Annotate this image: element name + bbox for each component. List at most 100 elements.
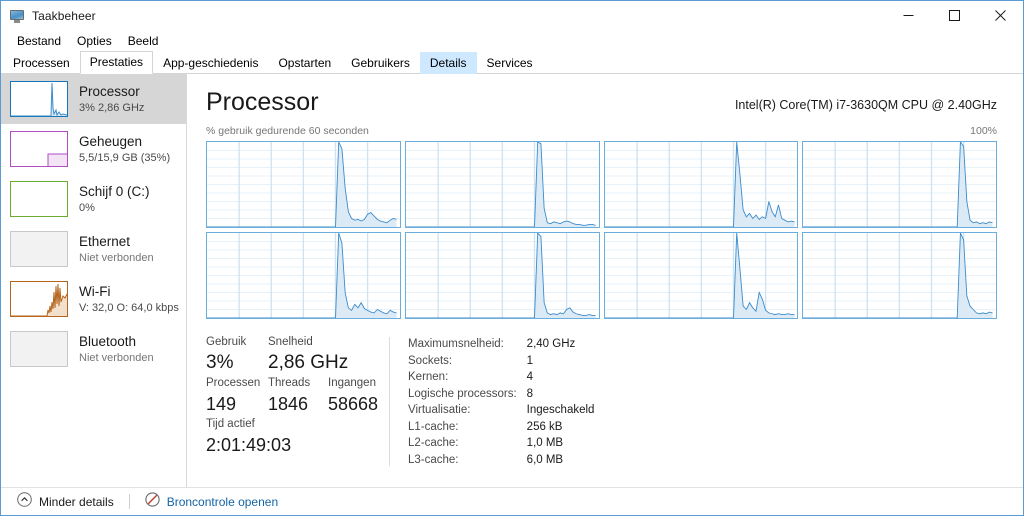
stat-threads: Threads 1846 bbox=[268, 376, 328, 417]
ethernet-thumbnail-icon bbox=[10, 231, 68, 267]
tab-gebruikers[interactable]: Gebruikers bbox=[341, 52, 420, 74]
stats-left-column: Gebruik 3% Snelheid 2,86 GHz Processen 1… bbox=[206, 335, 389, 468]
task-manager-icon bbox=[9, 8, 25, 24]
sidebar-item-text: Geheugen 5,5/15,9 GB (35%) bbox=[79, 134, 170, 165]
sidebar-item-label: Bluetooth bbox=[79, 333, 137, 349]
window-controls bbox=[885, 1, 1023, 30]
spec-value: 1,0 MB bbox=[526, 437, 564, 449]
sidebar-item-text: Wi-Fi V: 32,0 O: 64,0 kbps bbox=[79, 284, 179, 315]
spec-key: L3-cache: bbox=[408, 453, 459, 466]
bluetooth-thumbnail-icon bbox=[10, 331, 68, 367]
sidebar-item-wifi[interactable]: Wi-Fi V: 32,0 O: 64,0 kbps bbox=[1, 274, 186, 324]
cpu-graph-3[interactable] bbox=[802, 141, 997, 228]
sidebar-item-label: Geheugen bbox=[79, 133, 143, 149]
sidebar-item-sublabel: V: 32,0 O: 64,0 kbps bbox=[79, 301, 179, 314]
spec-value: 1 bbox=[526, 354, 534, 367]
tab-prestaties[interactable]: Prestaties bbox=[79, 51, 154, 74]
sidebar-item-label: Processor bbox=[79, 83, 140, 99]
page-title: Processor bbox=[206, 88, 319, 116]
sidebar-item-label: Ethernet bbox=[79, 233, 131, 249]
spec-value-column: 2,40 GHz 1 4 8 Ingeschakeld 256 kB 1,0 MB 6,0 M… bbox=[527, 336, 595, 468]
panel-header: Processor Intel(R) Core(TM) i7-3630QM CP… bbox=[206, 88, 997, 116]
fewer-details-label: Minder details bbox=[39, 494, 114, 509]
sidebar-item-text: Bluetooth Niet verbonden bbox=[79, 334, 154, 365]
cpu-graph-6[interactable] bbox=[603, 232, 799, 319]
spec-key: Logische processors: bbox=[408, 387, 517, 400]
spec-value: 8 bbox=[526, 387, 534, 400]
spec-key: Maximumsnelheid: bbox=[408, 338, 504, 350]
stat-speed-label: Snelheid bbox=[268, 336, 313, 348]
tab-details[interactable]: Details bbox=[419, 52, 477, 74]
sidebar-item-sublabel: 5,5/15,9 GB (35%) bbox=[79, 151, 171, 164]
stat-uptime-value: 2:01:49:03 bbox=[206, 435, 292, 455]
sidebar-item-sublabel: Niet verbonden bbox=[79, 251, 154, 264]
spec-key: L1-cache: bbox=[408, 420, 459, 433]
cpu-graph-4[interactable] bbox=[206, 232, 401, 319]
cpu-graph-5[interactable] bbox=[404, 232, 600, 319]
stat-uptime-label: Tijd actief bbox=[206, 418, 255, 430]
sidebar-item-sublabel: 0% bbox=[79, 201, 95, 214]
cpu-graph-7[interactable] bbox=[802, 232, 997, 319]
spec-key: L2-cache: bbox=[408, 437, 459, 449]
stat-handles-label: Ingangen bbox=[328, 377, 376, 389]
menu-bar: Bestand Opties Beeld bbox=[1, 30, 1023, 51]
sidebar-item-ethernet[interactable]: Ethernet Niet verbonden bbox=[1, 224, 186, 274]
sidebar-item-label: Schijf 0 (C:) bbox=[79, 183, 150, 199]
stat-processes-value: 149 bbox=[206, 394, 237, 414]
performance-panel: Processor Intel(R) Core(TM) i7-3630QM CP… bbox=[187, 74, 1023, 487]
cpu-graph-2[interactable] bbox=[603, 141, 799, 228]
tab-app-geschiedenis[interactable]: App-geschiedenis bbox=[153, 52, 268, 74]
tab-processen[interactable]: Processen bbox=[3, 52, 80, 74]
sidebar-item-sublabel: 3% 2,86 GHz bbox=[79, 101, 145, 114]
menu-item-opties[interactable]: Opties bbox=[70, 32, 119, 50]
stat-usage: Gebruik 3% bbox=[206, 335, 268, 376]
sidebar-item-geheugen[interactable]: Geheugen 5,5/15,9 GB (35%) bbox=[1, 124, 186, 174]
close-button[interactable] bbox=[977, 1, 1023, 30]
resource-sidebar: Processor 3% 2,86 GHz Geheugen 5,5/15,9 … bbox=[1, 74, 187, 487]
memory-thumbnail-icon bbox=[10, 131, 68, 167]
stat-usage-label: Gebruik bbox=[206, 336, 247, 348]
stats-row-processes: Processen 149 Threads 1846 Ingangen 5866… bbox=[206, 376, 389, 417]
cpu-graph-grid[interactable] bbox=[206, 141, 997, 319]
resource-monitor-icon bbox=[145, 491, 160, 512]
menu-item-bestand[interactable]: Bestand bbox=[10, 32, 68, 50]
maximize-button[interactable] bbox=[931, 1, 977, 30]
sidebar-item-label: Wi-Fi bbox=[79, 283, 111, 299]
spec-key: Virtualisatie: bbox=[408, 404, 471, 416]
stat-processes-label: Processen bbox=[206, 377, 261, 389]
graph-caption-left: % gebruik gedurende 60 seconden bbox=[206, 125, 369, 137]
cpu-graph-1[interactable] bbox=[404, 141, 600, 228]
stat-threads-label: Threads bbox=[268, 377, 311, 389]
tab-bar: Processen Prestaties App-geschiedenis Op… bbox=[1, 51, 1023, 74]
footer-divider bbox=[128, 494, 130, 509]
tab-opstarten[interactable]: Opstarten bbox=[268, 52, 341, 74]
stats-area: Gebruik 3% Snelheid 2,86 GHz Processen 1… bbox=[206, 335, 997, 468]
cpu-thumbnail-icon bbox=[10, 81, 68, 117]
sidebar-item-schijf[interactable]: Schijf 0 (C:) 0% bbox=[1, 174, 186, 224]
stat-uptime: Tijd actief 2:01:49:03 bbox=[206, 417, 291, 458]
sidebar-item-text: Ethernet Niet verbonden bbox=[79, 234, 154, 265]
stat-usage-value: 3% bbox=[206, 352, 234, 373]
sidebar-item-sublabel: Niet verbonden bbox=[79, 351, 154, 364]
spec-value: Ingeschakeld bbox=[526, 404, 595, 416]
window-title: Taakbeheer bbox=[32, 8, 96, 23]
spec-value: 4 bbox=[526, 371, 534, 383]
wifi-thumbnail-icon bbox=[10, 281, 68, 317]
stat-speed: Snelheid 2,86 GHz bbox=[268, 335, 348, 376]
disk-thumbnail-icon bbox=[10, 181, 68, 217]
spec-key-column: Maximumsnelheid: Sockets: Kernen: Logische … bbox=[408, 336, 517, 468]
tab-services[interactable]: Services bbox=[477, 52, 543, 74]
sidebar-item-processor[interactable]: Processor 3% 2,86 GHz bbox=[1, 74, 186, 124]
cpu-graph-0[interactable] bbox=[206, 141, 401, 228]
stats-divider bbox=[389, 337, 390, 466]
fewer-details-button[interactable]: Minder details bbox=[13, 490, 118, 514]
spec-value: 6,0 MB bbox=[526, 453, 564, 466]
spec-value: 256 kB bbox=[526, 420, 563, 433]
open-resource-monitor-link[interactable]: Broncontrole openen bbox=[141, 490, 282, 514]
minimize-button[interactable] bbox=[885, 1, 931, 30]
stat-speed-value: 2,86 GHz bbox=[268, 352, 349, 373]
task-manager-window: Taakbeheer Bestand Opties Beeld Processe… bbox=[0, 0, 1024, 516]
stats-specs: Maximumsnelheid: Sockets: Kernen: Logische … bbox=[408, 335, 594, 468]
sidebar-item-bluetooth[interactable]: Bluetooth Niet verbonden bbox=[1, 324, 186, 374]
menu-item-beeld[interactable]: Beeld bbox=[121, 32, 166, 50]
